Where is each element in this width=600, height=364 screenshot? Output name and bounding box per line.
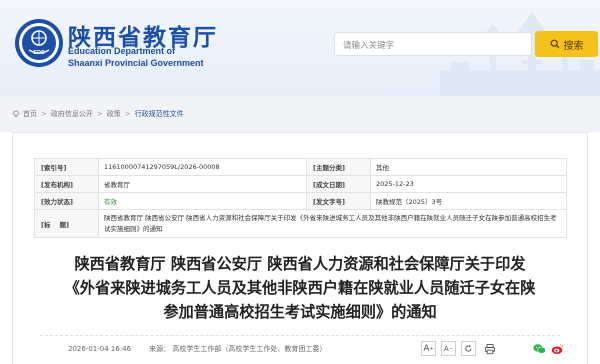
publish-datetime: 2026-01-04 16:46	[68, 344, 132, 353]
docno-value: 陕教规范〔2025〕3号	[370, 192, 567, 210]
document-title-line3: 参加普通高校招生考试实施细则》的通知	[163, 303, 437, 321]
wechat-icon	[533, 343, 546, 354]
date-label: [成文日期]	[306, 175, 371, 193]
index-value: 11610000741297059L/2026-00008	[98, 158, 307, 176]
search-icon	[550, 39, 559, 49]
search-box	[334, 32, 532, 57]
weibo-share-button[interactable]	[550, 341, 565, 356]
table-row: [标 题] 陕西省教育厅 陕西省公安厅 陕西省人力资源和社会保障厅关于印发《外省…	[34, 209, 567, 238]
document-source: 来源： 高校学生工作部（高校学生工作处、教育团工委）	[149, 344, 327, 353]
print-icon	[484, 343, 495, 354]
status-label: [效力状态]	[34, 192, 99, 210]
site-header: EDS 陕西省教育厅 Education Department of Shaan…	[0, 0, 600, 96]
document-title-line1: 陕西省教育厅 陕西省公安厅 陕西省人力资源和社会保障厅关于印发	[74, 255, 526, 273]
table-row: [效力状态] 有效 [发文字号] 陕教规范〔2025〕3号	[34, 192, 567, 210]
publisher-label: [发布机构]	[34, 175, 99, 193]
search-button-label: 搜索	[563, 40, 584, 52]
emblem-text: EDS	[33, 50, 45, 56]
document-info-table: [索引号] 11610000741297059L/2026-00008 [主题分…	[34, 158, 567, 238]
site-subtitle-line1: Education Department of	[68, 46, 176, 56]
index-label: [索引号]	[34, 158, 99, 176]
weibo-icon	[551, 343, 564, 354]
wechat-share-button[interactable]	[532, 341, 547, 356]
site-subtitle: Education Department of Shaanxi Provinci…	[68, 45, 204, 69]
font-size-reset-button[interactable]	[461, 341, 476, 356]
breadcrumb-separator: >	[96, 110, 103, 118]
breadcrumb-info-disclosure[interactable]: 政府信息公开	[51, 109, 93, 119]
search-input[interactable]	[335, 35, 531, 57]
publisher-value: 省教育厅	[98, 175, 307, 193]
table-row: [索引号] 11610000741297059L/2026-00008 [主题分…	[34, 158, 567, 176]
breadcrumb-policy[interactable]: 政策	[107, 109, 121, 119]
topic-label: [主题分类]	[306, 158, 371, 176]
reset-icon	[465, 345, 472, 352]
document-meta-bar: 2026-01-04 16:46 来源： 高校学生工作部（高校学生工作处、教育团…	[40, 335, 564, 361]
document-title: 陕西省教育厅 陕西省公安厅 陕西省人力资源和社会保障厅关于印发 《外省来陕进城务…	[40, 252, 560, 324]
title-value: 陕西省教育厅 陕西省公安厅 陕西省人力资源和社会保障厅关于印发《外省来陕进城务工…	[98, 209, 567, 238]
print-button[interactable]	[482, 341, 497, 356]
date-value: 2025-12-23	[370, 175, 567, 193]
breadcrumb-normative-docs[interactable]: 行政规范性文件	[135, 109, 184, 119]
search-button[interactable]: 搜索	[535, 31, 598, 57]
site-subtitle-line2: Shaanxi Provincial Government	[68, 58, 204, 68]
table-row: [发布机构] 省教育厅 [成文日期] 2025-12-23	[34, 175, 567, 193]
status-value: 有效	[98, 192, 307, 210]
font-size-decrease-button[interactable]: A −	[441, 341, 456, 356]
topic-value: 其他	[370, 158, 567, 176]
home-icon	[12, 110, 20, 118]
breadcrumb: 首页 > 政府信息公开 > 政策 > 行政规范性文件	[0, 96, 600, 132]
breadcrumb-separator: >	[124, 110, 131, 118]
font-size-increase-button[interactable]: A +	[421, 341, 436, 356]
title-label: [标 题]	[34, 209, 99, 238]
breadcrumb-separator: >	[41, 110, 47, 118]
breadcrumb-home[interactable]: 首页	[23, 109, 37, 119]
emblem-logo[interactable]: EDS	[14, 18, 64, 68]
docno-label: [发文字号]	[306, 192, 371, 210]
document-title-line2: 《外省来陕进城务工人员及其他非陕西户籍在陕就业人员随迁子女在陕	[64, 279, 536, 297]
